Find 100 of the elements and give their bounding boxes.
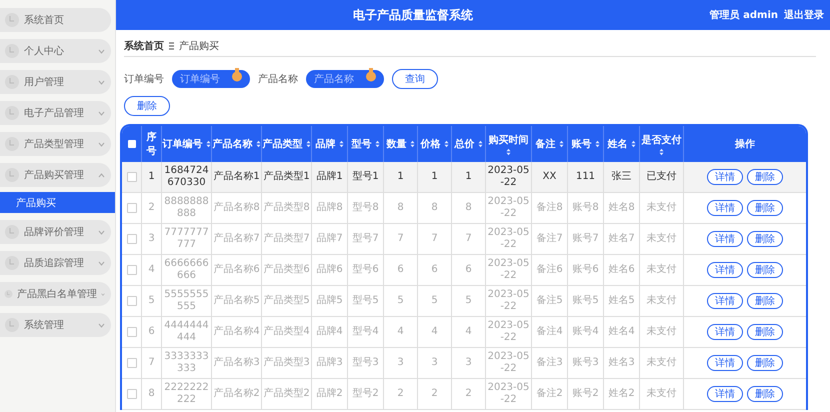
table-cell: 6 [418,255,452,286]
pin-icon [232,68,242,82]
row-checkbox[interactable] [126,203,136,213]
table-cell: 产品名称7 [212,224,262,255]
table-cell: 型号6 [348,255,384,286]
table-cell: 品牌5 [312,286,348,317]
table-cell: 型号8 [348,193,384,224]
delete-row-button[interactable]: 删除 [747,169,783,185]
row-checkbox[interactable] [126,296,136,306]
table-cell: 备注7 [532,224,568,255]
row-checkbox[interactable] [126,265,136,275]
sidebar-item[interactable]: 系统管理 [0,313,111,337]
details-button[interactable]: 详情 [707,324,743,340]
separator-icon [169,42,174,50]
sort-icon[interactable] [338,140,344,148]
table-cell: 账号7 [568,224,604,255]
table-cell: 账号2 [568,379,604,410]
table-cell: 2023-05-22 [486,348,532,379]
sidebar-item[interactable]: 个人中心 [0,39,111,63]
details-button[interactable]: 详情 [707,231,743,247]
breadcrumb-item: 产品购买 [179,40,219,53]
row-checkbox[interactable] [126,389,136,399]
table-cell: 产品名称6 [212,255,262,286]
row-checkbox[interactable] [126,234,136,244]
sort-icon[interactable] [444,140,448,148]
select-all-checkbox[interactable] [128,140,136,148]
table-cell: 未支付 [640,224,684,255]
column-header: 总价 [454,138,474,151]
sort-icon[interactable] [306,140,310,148]
sidebar-item[interactable]: 产品类型管理 [0,132,111,156]
table-cell: 6666666666 [162,255,212,286]
sidebar-item[interactable]: 系统首页 [0,8,111,32]
sidebar-item[interactable]: 产品黑白名单管理 [0,282,111,306]
table-cell: 未支付 [640,193,684,224]
details-button[interactable]: 详情 [707,293,743,309]
table-cell: 111 [568,162,604,193]
row-checkbox[interactable] [126,327,136,337]
table-cell: 8 [418,193,452,224]
delete-row-button[interactable]: 删除 [747,386,783,402]
table-cell: 2 [384,379,418,410]
table-cell: 2 [418,379,452,410]
search-field[interactable]: 订单编号 [172,70,250,88]
delete-row-button[interactable]: 删除 [747,324,783,340]
table-cell: 未支付 [640,348,684,379]
caret-icon [98,80,105,84]
sort-icon[interactable] [630,140,636,148]
sort-icon[interactable] [374,140,380,148]
details-button[interactable]: 详情 [707,386,743,402]
delete-row-button[interactable]: 删除 [747,231,783,247]
sort-icon[interactable] [558,140,564,148]
logout-link[interactable]: 退出登录 [784,8,824,22]
details-button[interactable]: 详情 [707,355,743,371]
row-checkbox[interactable] [126,358,136,368]
table-cell: 产品类型3 [262,348,312,379]
sidebar-item[interactable]: 品质追踪管理 [0,251,111,275]
table-cell: 2023-05-22 [486,286,532,317]
sort-icon[interactable] [659,148,664,156]
sort-icon[interactable] [256,140,260,148]
sidebar-item[interactable]: 电子产品管理 [0,101,111,125]
delete-row-button[interactable]: 删除 [747,293,783,309]
delete-row-button[interactable]: 删除 [747,200,783,216]
clock-icon [4,255,20,271]
search-field[interactable]: 产品名称 [306,70,384,88]
sort-icon[interactable] [206,140,210,148]
delete-button[interactable]: 删除 [124,96,170,116]
sort-icon[interactable] [410,140,414,148]
details-button[interactable]: 详情 [707,262,743,278]
details-button[interactable]: 详情 [707,169,743,185]
sort-icon[interactable] [478,140,482,148]
table-cell: 姓名8 [604,193,640,224]
table-cell: 品牌3 [312,348,348,379]
row-checkbox[interactable] [126,172,136,182]
search-button[interactable]: 查询 [392,69,438,89]
sort-icon[interactable] [594,140,600,148]
column-header: 价格 [420,138,440,151]
column-header: 购买时间 [488,134,528,146]
table-cell: 已支付 [640,162,684,193]
sidebar-item[interactable]: 产品购买管理 [0,163,111,187]
clock-icon [4,136,20,152]
table-cell: 2023-05-22 [486,317,532,348]
breadcrumb-item[interactable]: 系统首页 [124,39,164,53]
table-cell: 型号2 [348,379,384,410]
table-cell: 产品名称8 [212,193,262,224]
column-header: 产品名称 [212,138,252,151]
sidebar-item[interactable]: 品牌评价管理 [0,220,111,244]
details-button[interactable]: 详情 [707,200,743,216]
table-cell: 2023-05-22 [486,379,532,410]
table-cell: 2023-05-22 [486,162,532,193]
delete-row-button[interactable]: 删除 [747,262,783,278]
table-cell: XX [532,162,568,193]
table-cell: 产品类型8 [262,193,312,224]
column-header: 产品类型 [262,138,302,151]
sort-icon[interactable] [506,148,511,156]
table-cell: 账号4 [568,317,604,348]
field-label: 产品名称 [258,72,298,86]
delete-row-button[interactable]: 删除 [747,355,783,371]
column-header: 姓名 [608,138,628,151]
table-cell: 产品类型4 [262,317,312,348]
sidebar-item[interactable]: 用户管理 [0,70,111,94]
sidebar-subitem[interactable]: 产品购买 [0,192,115,213]
